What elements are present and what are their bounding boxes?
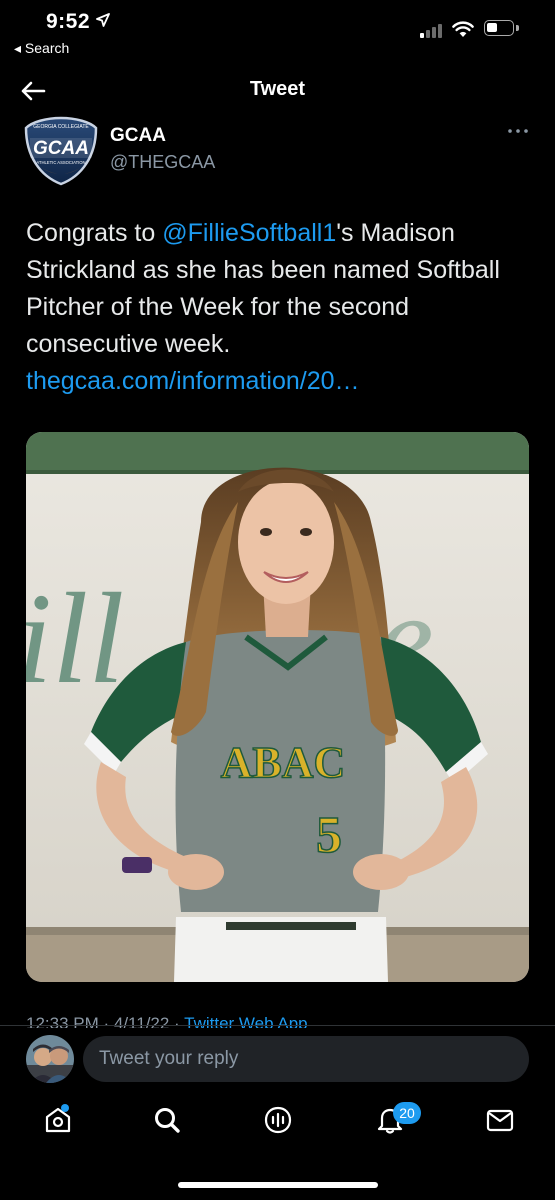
tweet-url-link[interactable]: thegcaa.com/information/20…	[26, 363, 531, 400]
user-avatar[interactable]	[26, 1035, 74, 1083]
messages-envelope-icon[interactable]	[484, 1104, 516, 1136]
home-indicator	[178, 1182, 378, 1188]
more-options-icon[interactable]	[506, 124, 530, 138]
search-icon[interactable]	[151, 1104, 183, 1136]
back-to-search-link[interactable]: ◂ Search	[14, 40, 69, 57]
home-icon[interactable]	[42, 1104, 74, 1136]
author-name[interactable]: GCAA	[110, 125, 166, 147]
logo-bottom-text: ATHLETIC ASSOCIATION	[36, 160, 85, 165]
page-title: Tweet	[249, 78, 306, 100]
logo-main-text: GCAA	[33, 138, 89, 159]
divider	[0, 1025, 555, 1026]
tweet-text: Congrats to @FillieSoftball1's Madison S…	[26, 215, 531, 400]
jersey-text: ABAC	[221, 738, 346, 787]
notifications-badge: 20	[393, 1102, 421, 1124]
svg-text:ill: ill	[26, 567, 124, 711]
wifi-icon	[452, 21, 474, 37]
logo-top-text: GEORGIA COLLEGIATE	[33, 124, 89, 130]
reply-input[interactable]	[83, 1036, 529, 1082]
tweet-text-before-mention: Congrats to	[26, 219, 163, 247]
author-handle[interactable]: @THEGCAA	[110, 152, 215, 173]
battery-tip	[516, 25, 519, 31]
new-content-dot	[61, 1104, 69, 1112]
gcaa-logo-avatar[interactable]: GEORGIA COLLEGIATE GCAA ATHLETIC ASSOCIA…	[24, 116, 98, 186]
status-time: 9:52	[46, 10, 111, 34]
cellular-signal-icon	[420, 24, 442, 38]
mention-link[interactable]: @FillieSoftball1	[162, 219, 336, 247]
tweet-photo[interactable]: ill e ABAC 5	[26, 432, 529, 982]
jersey-number: 5	[316, 807, 342, 864]
battery-icon	[484, 20, 514, 36]
location-arrow-icon	[96, 13, 111, 27]
spaces-icon[interactable]	[262, 1104, 294, 1136]
